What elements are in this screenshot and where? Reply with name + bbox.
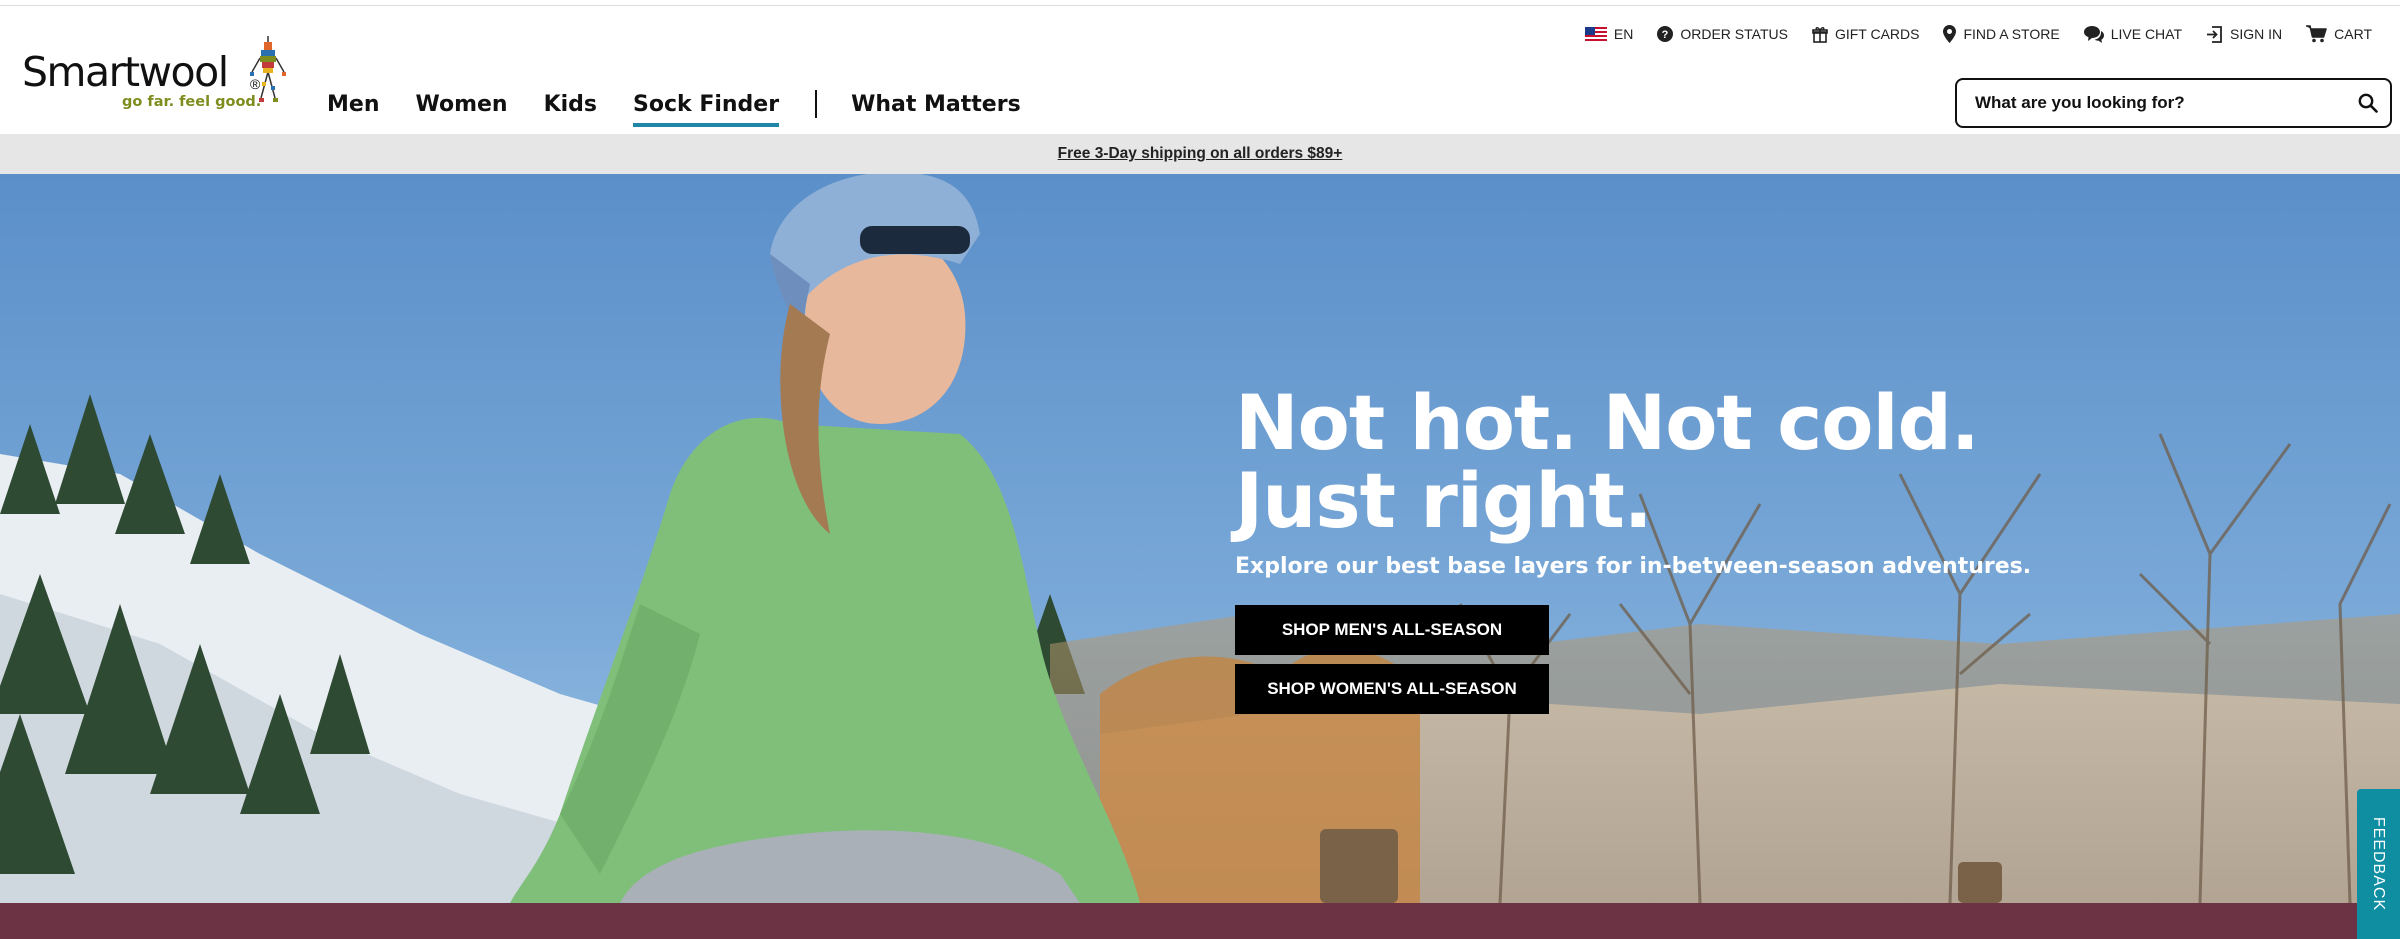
free-shipping-link[interactable]: Free 3-Day shipping on all orders $89+ bbox=[1058, 145, 1343, 163]
hero-image bbox=[0, 174, 2400, 903]
question-circle-icon: ? bbox=[1657, 26, 1674, 42]
sign-in-link[interactable]: SIGN IN bbox=[2206, 25, 2283, 43]
gift-icon bbox=[1812, 26, 1828, 43]
live-chat-link[interactable]: LIVE CHAT bbox=[2083, 25, 2183, 43]
logo-tagline: go far. feel good. bbox=[122, 94, 262, 110]
hero-title-line2: Just right. bbox=[1235, 456, 1653, 545]
language-label: EN bbox=[1613, 26, 1634, 42]
nav-item-what-matters[interactable]: What Matters bbox=[851, 92, 1021, 117]
cart-link[interactable]: CART bbox=[2306, 25, 2372, 43]
search-button[interactable] bbox=[2346, 81, 2390, 125]
gift-cards-label: GIFT CARDS bbox=[1834, 26, 1920, 42]
svg-text:?: ? bbox=[1662, 29, 1669, 41]
map-pin-icon bbox=[1943, 25, 1957, 43]
cart-icon bbox=[2306, 25, 2327, 43]
shop-mens-all-season-button[interactable]: SHOP MEN'S ALL-SEASON bbox=[1235, 605, 1549, 655]
nav-item-women[interactable]: Women bbox=[415, 92, 507, 117]
main-nav: Men Women Kids Sock Finder What Matters bbox=[327, 82, 1057, 127]
nav-item-men[interactable]: Men bbox=[327, 92, 379, 117]
feedback-tab[interactable]: FEEDBACK bbox=[2357, 789, 2400, 939]
nav-divider bbox=[815, 90, 818, 118]
smartwool-logo[interactable]: Smartwool ® go far. feel good. bbox=[22, 36, 286, 116]
logo-wordmark: Smartwool bbox=[22, 48, 229, 96]
shop-womens-all-season-button[interactable]: SHOP WOMEN'S ALL-SEASON bbox=[1235, 664, 1549, 714]
chat-bubbles-icon bbox=[2083, 25, 2104, 43]
logo-figure-icon bbox=[250, 36, 286, 102]
site-header: Smartwool ® go far. feel good. EN ? ORDE… bbox=[0, 6, 2400, 134]
promo-banner: Free 3-Day shipping on all orders $89+ bbox=[0, 134, 2400, 174]
find-a-store-label: FIND A STORE bbox=[1963, 26, 2060, 42]
feedback-label: FEEDBACK bbox=[2370, 816, 2388, 912]
next-section-band bbox=[0, 903, 2400, 939]
gift-cards-link[interactable]: GIFT CARDS bbox=[1812, 26, 1920, 43]
hero-subtitle: Explore our best base layers for in-betw… bbox=[1235, 554, 2032, 579]
search-input[interactable] bbox=[1957, 80, 2346, 126]
find-a-store-link[interactable]: FIND A STORE bbox=[1943, 25, 2060, 43]
sign-in-icon bbox=[2207, 25, 2222, 43]
order-status-label: ORDER STATUS bbox=[1680, 26, 1788, 42]
hero-banner: Not hot. Not cold. Just right. Explore o… bbox=[0, 174, 2400, 903]
live-chat-label: LIVE CHAT bbox=[2110, 26, 2183, 42]
utility-nav: EN ? ORDER STATUS GIFT CARDS FIND A STOR… bbox=[1584, 20, 2372, 48]
us-flag-icon bbox=[1584, 27, 1607, 41]
language-selector[interactable]: EN bbox=[1584, 26, 1634, 42]
cart-label: CART bbox=[2334, 26, 2372, 42]
hero-title: Not hot. Not cold. Just right. bbox=[1235, 384, 2031, 540]
sign-in-label: SIGN IN bbox=[2230, 26, 2283, 42]
search-icon bbox=[2358, 93, 2378, 113]
order-status-link[interactable]: ? ORDER STATUS bbox=[1657, 26, 1788, 42]
nav-item-sock-finder[interactable]: Sock Finder bbox=[633, 92, 780, 127]
nav-item-kids[interactable]: Kids bbox=[544, 92, 597, 117]
hero-title-line1: Not hot. Not cold. bbox=[1235, 378, 1980, 467]
search-box bbox=[1955, 78, 2392, 128]
hero-text: Not hot. Not cold. Just right. Explore o… bbox=[1235, 384, 2031, 714]
